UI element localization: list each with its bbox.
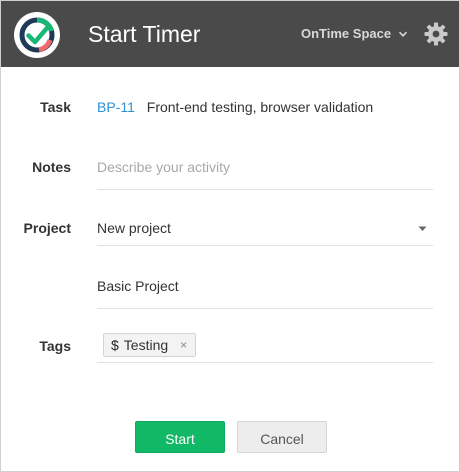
task-label: Task (40, 99, 71, 115)
tag-chip: $ Testing × (103, 333, 197, 357)
ontime-logo-icon (14, 12, 60, 58)
project-select[interactable]: New project (97, 219, 433, 246)
chevron-down-icon (399, 31, 408, 37)
tags-label: Tags (39, 338, 71, 354)
project-secondary-value: Basic Project (97, 278, 179, 294)
task-id-link[interactable]: BP-11 (97, 99, 135, 115)
project-label: Project (23, 220, 71, 236)
task-name: Front-end testing, browser validation (146, 99, 374, 115)
tags-input[interactable]: $ Testing × (97, 333, 433, 363)
notes-field-wrapper (97, 158, 433, 190)
header-bar: Start Timer OnTime Space (1, 1, 459, 67)
tag-label: Testing (123, 337, 169, 353)
caret-down-icon (418, 226, 427, 231)
dollar-icon: $ (111, 337, 119, 353)
start-timer-dialog: Start Timer OnTime Space Task BP-11 Fron… (0, 0, 460, 472)
cancel-button[interactable]: Cancel (237, 421, 327, 453)
project-selected-value: New project (97, 220, 171, 236)
gear-icon[interactable] (424, 22, 448, 46)
remove-tag-icon[interactable]: × (180, 338, 187, 352)
workspace-name: OnTime Space (301, 26, 392, 41)
project-secondary-field[interactable]: Basic Project (97, 277, 433, 309)
task-value: BP-11 Front-end testing, browser validat… (97, 98, 373, 116)
notes-input[interactable] (97, 158, 433, 176)
notes-label: Notes (32, 159, 71, 175)
page-title: Start Timer (88, 21, 201, 47)
start-button[interactable]: Start (135, 421, 225, 453)
workspace-selector[interactable]: OnTime Space (301, 25, 408, 43)
